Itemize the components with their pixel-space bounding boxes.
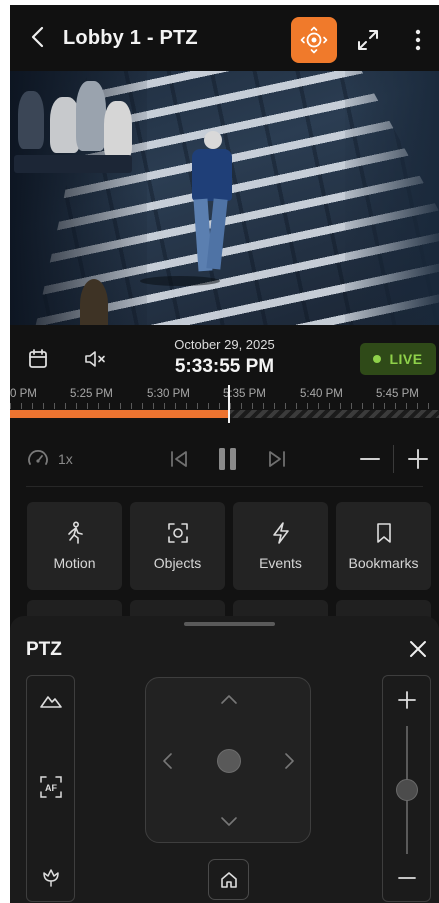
pan-tilt-pad[interactable] <box>145 677 311 843</box>
playback-controls: 1x <box>10 437 439 481</box>
pause-button[interactable] <box>217 445 239 473</box>
ptz-joystick-icon <box>300 26 328 54</box>
camera-video-feed[interactable] <box>10 71 439 325</box>
ptz-toggle-button[interactable] <box>291 17 337 63</box>
minus-icon <box>360 458 380 460</box>
timeline-tick-label: 0 PM <box>10 388 37 400</box>
live-dot-icon <box>373 355 382 363</box>
timeline-tick-label: 5:30 PM <box>147 388 190 400</box>
zoom-rail <box>382 675 431 902</box>
autofocus-button[interactable]: AF <box>38 774 64 800</box>
motion-label: Motion <box>53 555 96 571</box>
back-button[interactable] <box>24 23 52 51</box>
video-person <box>104 101 132 159</box>
video-person <box>18 91 44 149</box>
joystick-knob[interactable] <box>217 749 241 773</box>
timeline-zoom-out-button[interactable] <box>358 447 382 471</box>
live-label: LIVE <box>389 351 423 367</box>
tilt-up-button[interactable] <box>218 688 240 710</box>
close-icon <box>410 641 426 657</box>
objects-label: Objects <box>153 555 202 571</box>
timeline-recorded-track <box>10 410 229 418</box>
objects-tile[interactable]: Objects <box>130 502 225 590</box>
bookmark-icon <box>376 523 391 543</box>
ptz-sheet-title: PTZ <box>26 639 62 660</box>
top-bar: Lobby 1 - PTZ <box>10 5 439 71</box>
pan-right-button[interactable] <box>279 750 301 772</box>
more-options-button[interactable] <box>404 25 432 55</box>
autofocus-label: AF <box>45 783 57 793</box>
skip-next-icon <box>269 451 285 467</box>
chevron-up-icon <box>221 695 237 704</box>
close-ptz-button[interactable] <box>407 638 429 660</box>
events-icon <box>272 522 289 544</box>
bookmarks-label: Bookmarks <box>348 555 419 571</box>
controls-divider <box>393 445 394 473</box>
chevron-left-icon <box>163 753 172 769</box>
chevron-down-icon <box>221 817 237 826</box>
zoom-out-button[interactable] <box>396 867 418 889</box>
motion-icon <box>67 521 83 544</box>
zoom-in-button[interactable] <box>396 689 418 711</box>
video-person <box>76 81 106 151</box>
next-button[interactable] <box>266 447 288 471</box>
app-screen: Lobby 1 - PTZ October 29, 2025 5:33:55 P… <box>10 5 439 903</box>
chevron-left-icon <box>31 26 44 48</box>
tilt-down-button[interactable] <box>218 811 240 833</box>
objects-icon <box>167 523 188 543</box>
timeline-ruler <box>10 403 439 409</box>
pan-left-button[interactable] <box>156 750 178 772</box>
timeline-future-track <box>229 410 439 418</box>
home-position-button[interactable] <box>208 859 249 900</box>
more-vertical-icon <box>415 29 421 51</box>
speed-value: 1x <box>58 451 73 467</box>
live-button[interactable]: LIVE <box>360 343 436 375</box>
events-label: Events <box>259 555 302 571</box>
camera-title: Lobby 1 - PTZ <box>63 27 198 49</box>
focus-far-button[interactable] <box>38 688 64 714</box>
sheet-drag-handle[interactable] <box>184 622 275 626</box>
plus-icon <box>408 449 428 469</box>
previous-button[interactable] <box>168 447 190 471</box>
focus-near-button[interactable] <box>38 864 64 890</box>
motion-tile[interactable]: Motion <box>27 502 122 590</box>
chevron-right-icon <box>285 753 294 769</box>
video-person <box>80 279 108 325</box>
speed-button[interactable] <box>26 447 50 471</box>
video-walking-person <box>186 131 236 281</box>
pause-icon <box>219 448 236 470</box>
events-tile[interactable]: Events <box>233 502 328 590</box>
timeline-playhead[interactable] <box>228 385 230 423</box>
focus-rail: AF <box>26 675 75 902</box>
timeline-tick-label: 5:45 PM <box>376 388 419 400</box>
speedometer-icon <box>28 450 48 465</box>
timeline-tick-label: 5:40 PM <box>300 388 343 400</box>
ptz-bottom-sheet: PTZ AF <box>10 616 439 903</box>
bookmarks-tile[interactable]: Bookmarks <box>336 502 431 590</box>
timeline-scrubber[interactable]: 0 PM 5:25 PM 5:30 PM 5:35 PM 5:40 PM 5:4… <box>10 385 439 425</box>
autofocus-icon: AF <box>40 776 62 798</box>
mountain-icon <box>40 696 62 708</box>
fullscreen-button[interactable] <box>353 25 383 55</box>
minus-icon <box>398 877 416 879</box>
skip-previous-icon <box>171 451 187 467</box>
section-divider <box>26 486 423 487</box>
expand-icon <box>358 30 378 50</box>
timeline-tick-label: 5:25 PM <box>70 388 113 400</box>
zoom-slider-thumb[interactable] <box>396 779 418 801</box>
plus-icon <box>398 691 416 709</box>
flower-icon <box>43 869 59 887</box>
home-icon <box>220 871 237 888</box>
timeline-zoom-in-button[interactable] <box>406 447 430 471</box>
